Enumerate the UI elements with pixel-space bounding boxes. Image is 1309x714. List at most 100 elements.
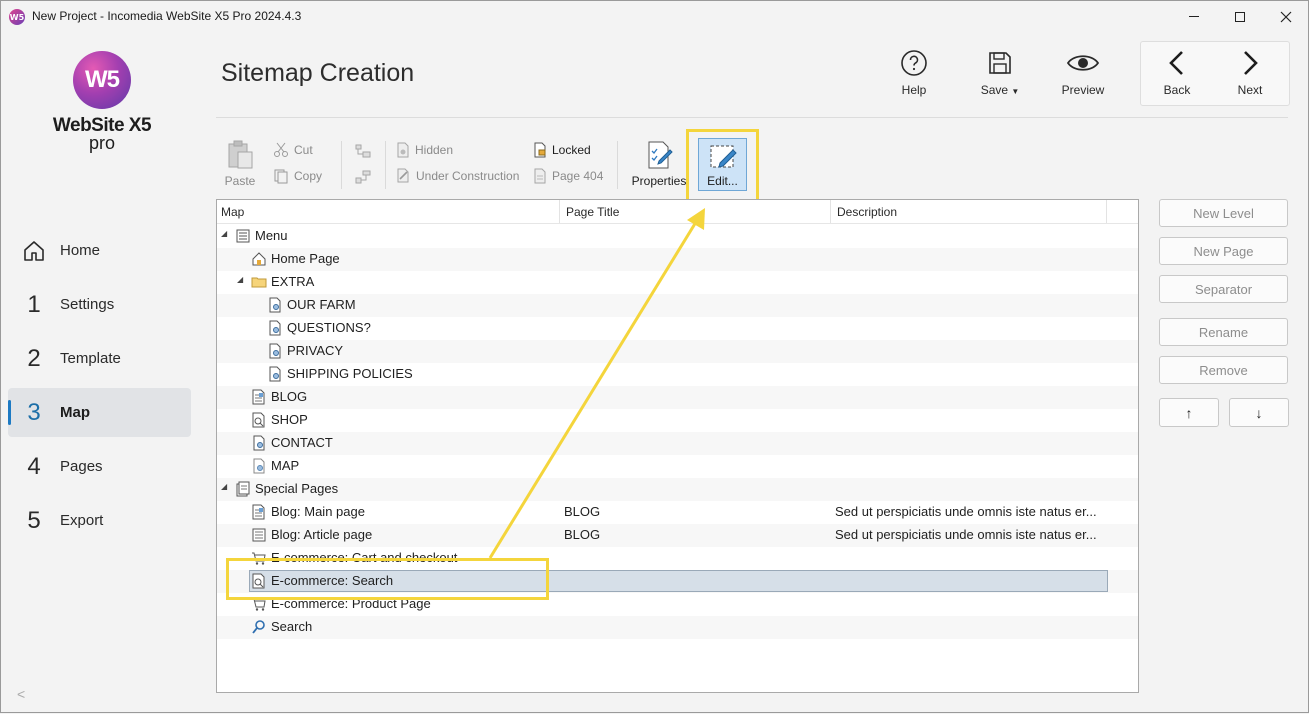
- back-button[interactable]: Back: [1144, 45, 1210, 105]
- tree-header: Map Page Title Description: [217, 200, 1138, 224]
- tree-row[interactable]: Blog: Main page BLOG Sed ut perspiciatis u…: [217, 501, 1138, 524]
- column-map[interactable]: Map: [221, 205, 244, 219]
- hidden-button[interactable]: Hidden: [396, 142, 453, 158]
- preview-button[interactable]: Preview: [1050, 45, 1116, 105]
- tree-row[interactable]: SHIPPING POLICIES: [217, 363, 1138, 386]
- lock-icon: [534, 142, 546, 158]
- tree-row-label: Blog: Main page: [271, 504, 365, 519]
- tree-row-label: PRIVACY: [287, 343, 344, 358]
- save-dropdown-icon[interactable]: ▼: [1011, 87, 1019, 96]
- properties-label: Properties: [631, 174, 687, 188]
- app-logo-icon: W5: [9, 9, 25, 25]
- menu-icon: [235, 228, 251, 244]
- tree-row[interactable]: CONTACT: [217, 432, 1138, 455]
- tree-row-label: OUR FARM: [287, 297, 356, 312]
- nav-home-label: Home: [60, 242, 101, 259]
- copy-button[interactable]: Copy: [273, 168, 322, 184]
- tree-row[interactable]: Blog: Article page BLOG Sed ut perspiciati…: [217, 524, 1138, 547]
- tree-row-label: MAP: [271, 458, 300, 473]
- tree-row[interactable]: MAP: [217, 455, 1138, 478]
- tree-row-label: CONTACT: [271, 435, 333, 450]
- help-button[interactable]: Help: [881, 45, 947, 105]
- properties-button[interactable]: Properties: [631, 139, 687, 188]
- sitemap-tree[interactable]: Map Page Title Description ◢ Menu Home Pag…: [216, 199, 1139, 693]
- nav-pages[interactable]: 4 Pages: [8, 442, 191, 491]
- hidden-label: Hidden: [415, 143, 454, 157]
- collapse-sidebar-icon[interactable]: <: [17, 686, 25, 702]
- outdent-icon: [355, 170, 371, 184]
- column-divider[interactable]: [830, 200, 831, 223]
- nav-map[interactable]: 3 Map: [8, 388, 191, 437]
- nav-export-label: Export: [60, 512, 104, 529]
- column-page-title[interactable]: Page Title: [566, 205, 619, 219]
- back-label: Back: [1163, 83, 1191, 97]
- column-description[interactable]: Description: [837, 205, 897, 219]
- outdent-button[interactable]: [355, 169, 371, 185]
- tree-row[interactable]: ◢ Menu: [217, 225, 1138, 248]
- blog-icon: [251, 389, 267, 405]
- save-icon: [989, 52, 1011, 74]
- indent-icon: [355, 144, 371, 158]
- save-button[interactable]: Save ▼: [967, 45, 1033, 105]
- tree-row-label: BLOG: [271, 389, 308, 404]
- blog-icon: [251, 504, 267, 520]
- tree-row[interactable]: SHOP: [217, 409, 1138, 432]
- tree-row[interactable]: Search: [217, 616, 1138, 639]
- chevron-left-icon: [1169, 51, 1183, 75]
- separator-button[interactable]: Separator: [1159, 275, 1288, 303]
- rename-button[interactable]: Rename: [1159, 318, 1288, 346]
- move-up-button[interactable]: ↑: [1159, 398, 1219, 427]
- expand-toggle-icon[interactable]: ◢: [237, 275, 243, 284]
- chevron-right-icon: [1244, 51, 1258, 75]
- minimize-button[interactable]: [1171, 1, 1217, 32]
- column-divider[interactable]: [559, 200, 560, 223]
- next-button[interactable]: Next: [1217, 45, 1283, 105]
- paste-button[interactable]: Paste: [223, 139, 257, 188]
- edit-highlight-box: [686, 129, 759, 205]
- remove-button[interactable]: Remove: [1159, 356, 1288, 384]
- column-divider[interactable]: [1106, 200, 1107, 223]
- scissors-icon: [274, 142, 288, 157]
- new-level-button[interactable]: New Level: [1159, 199, 1288, 227]
- nav-home[interactable]: Home: [8, 226, 191, 275]
- indent-button[interactable]: [355, 143, 371, 159]
- nav-template[interactable]: 2 Template: [8, 334, 191, 383]
- tree-row[interactable]: BLOG: [217, 386, 1138, 409]
- tree-row[interactable]: ◢ Special Pages: [217, 478, 1138, 501]
- cut-button[interactable]: Cut: [273, 142, 313, 158]
- nav-export-number: 5: [27, 506, 41, 534]
- new-page-button[interactable]: New Page: [1159, 237, 1288, 265]
- maximize-button[interactable]: [1217, 1, 1263, 32]
- construction-icon: [397, 168, 409, 183]
- tree-row[interactable]: QUESTIONS?: [217, 317, 1138, 340]
- page404-button[interactable]: Page 404: [533, 168, 603, 184]
- close-button[interactable]: [1263, 1, 1309, 32]
- map-page-icon: [251, 458, 267, 474]
- nav-settings[interactable]: 1 Settings: [8, 280, 191, 329]
- paste-label: Paste: [224, 174, 256, 188]
- article-icon: [251, 527, 267, 543]
- help-label: Help: [901, 83, 927, 97]
- tree-row-label: QUESTIONS?: [287, 320, 371, 335]
- nav-export[interactable]: 5 Export: [8, 496, 191, 545]
- tree-row[interactable]: ◢ EXTRA: [217, 271, 1138, 294]
- tree-row[interactable]: OUR FARM: [217, 294, 1138, 317]
- close-icon: [1280, 11, 1292, 22]
- next-label: Next: [1237, 83, 1263, 97]
- properties-icon: [648, 141, 673, 169]
- tree-row[interactable]: PRIVACY: [217, 340, 1138, 363]
- tree-row[interactable]: Home Page: [217, 248, 1138, 271]
- expand-toggle-icon[interactable]: ◢: [221, 482, 227, 491]
- nav-pages-number: 4: [27, 452, 41, 480]
- app-window: W5 New Project - Incomedia WebSite X5 Pr…: [0, 0, 1309, 713]
- locked-label: Locked: [552, 143, 591, 157]
- tree-row-label: Home Page: [271, 251, 340, 266]
- locked-button[interactable]: Locked: [533, 142, 591, 158]
- tree-row-label: SHIPPING POLICIES: [287, 366, 413, 381]
- page-icon: [251, 435, 267, 451]
- under-construction-button[interactable]: Under Construction: [396, 168, 519, 183]
- preview-label: Preview: [1061, 83, 1105, 97]
- expand-toggle-icon[interactable]: ◢: [221, 229, 227, 238]
- move-down-button[interactable]: ↓: [1229, 398, 1289, 427]
- house-icon: [24, 240, 44, 261]
